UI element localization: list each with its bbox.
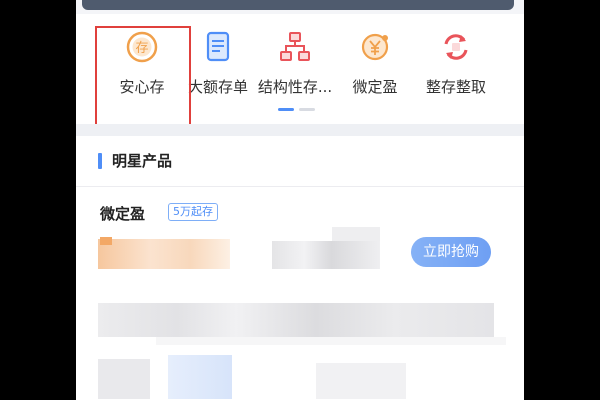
- redacted-block: [168, 355, 232, 399]
- menu-item-large-deposit[interactable]: 大额存单: [174, 30, 262, 97]
- phone-screen: 存 安心存 大额存单 结构性存... 微定盈 整存整取 明星产品 微定盈 5万起…: [76, 0, 524, 400]
- exchange-arrows-icon: [444, 34, 468, 60]
- menu-item-weidingying[interactable]: 微定盈: [331, 30, 419, 97]
- section-title: 明星产品: [112, 152, 173, 170]
- section-divider: [76, 124, 524, 136]
- header-bar: [82, 0, 514, 10]
- redacted-block: [100, 237, 112, 245]
- product-card[interactable]: 微定盈 5万起存 立即抢购: [76, 187, 524, 400]
- menu-item-structured-deposit[interactable]: 结构性存...: [251, 30, 339, 97]
- product-name: 微定盈: [100, 205, 146, 223]
- structure-tree-icon: [280, 32, 310, 61]
- menu-item-label: 大额存单: [187, 78, 248, 96]
- redacted-term: [272, 241, 380, 269]
- menu-item-label: 结构性存...: [257, 78, 333, 96]
- menu-item-label: 整存整取: [425, 78, 486, 96]
- page-indicator-dot-active: [278, 108, 294, 111]
- redacted-rate-value: [98, 239, 230, 269]
- section-accent-bar: [98, 153, 102, 169]
- menu-item-label: 安心存: [119, 78, 165, 96]
- deposit-coin-icon: 存: [126, 31, 158, 63]
- page-indicator-dot: [299, 108, 315, 111]
- redacted-description: [98, 303, 494, 337]
- yuan-coin-icon: [361, 33, 389, 61]
- section-header: 明星产品: [76, 136, 524, 187]
- menu-item-lump-sum-deposit[interactable]: 整存整取: [412, 30, 500, 97]
- product-category-menu: 存 安心存 大额存单 结构性存... 微定盈 整存整取: [76, 14, 524, 134]
- redacted-block: [332, 227, 380, 241]
- buy-now-button[interactable]: 立即抢购: [411, 237, 491, 267]
- redacted-block: [98, 359, 150, 399]
- certificate-document-icon: [206, 31, 230, 62]
- page-indicator: [76, 108, 524, 112]
- redacted-block: [316, 363, 406, 399]
- redacted-block: [156, 337, 506, 345]
- menu-item-anxincun[interactable]: 存 安心存: [98, 30, 186, 97]
- deposit-coin-icon-text: 存: [135, 41, 148, 56]
- min-deposit-badge: 5万起存: [168, 203, 218, 221]
- menu-item-label: 微定盈: [352, 78, 398, 96]
